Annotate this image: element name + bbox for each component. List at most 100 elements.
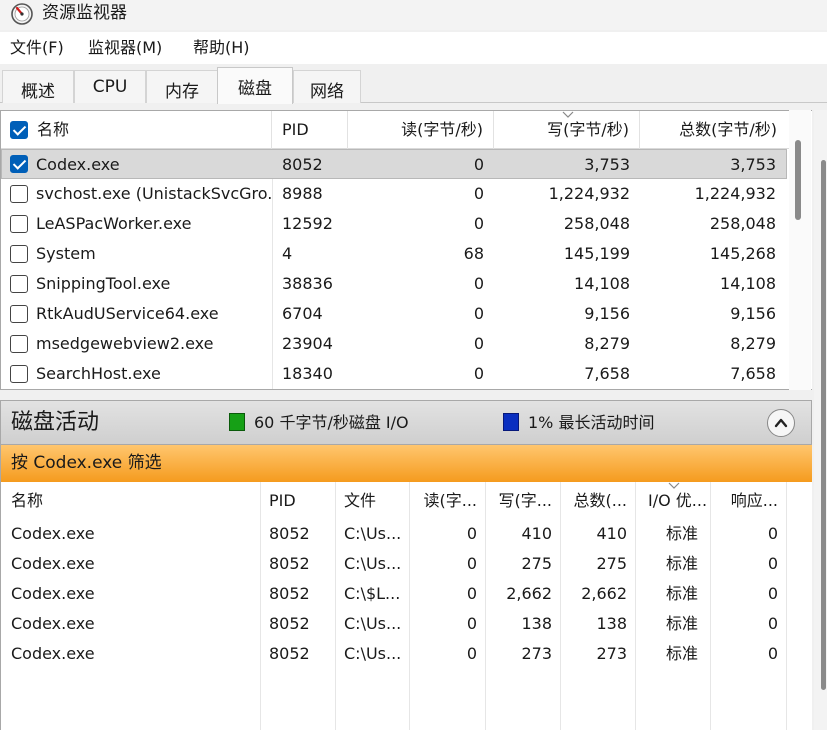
- sort-descending-icon: [562, 111, 574, 118]
- activity-read: 0: [466, 554, 477, 573]
- activity-file: C:\$L...: [344, 584, 401, 603]
- process-write: 7,658: [584, 364, 630, 383]
- process-write: 145,199: [563, 244, 630, 263]
- process-name: SearchHost.exe: [36, 364, 161, 383]
- activity-name: Codex.exe: [11, 524, 95, 543]
- filter-bar: 按 Codex.exe 筛选: [0, 445, 812, 482]
- active-time-stat: 1% 最长活动时间: [528, 413, 655, 432]
- activity-name: Codex.exe: [11, 584, 95, 603]
- process-name: svchost.exe (UnistackSvcGro...: [36, 184, 272, 203]
- collapse-button[interactable]: [767, 409, 795, 437]
- process-pid: 18340: [282, 364, 333, 383]
- activity-response: 0: [767, 614, 778, 633]
- activity-total: 138: [596, 614, 627, 633]
- process-total: 1,224,932: [694, 184, 776, 203]
- process-read: 0: [473, 304, 484, 323]
- activity-pid: 8052: [269, 584, 310, 603]
- column-header-pid[interactable]: PID: [261, 482, 335, 520]
- resource-monitor-icon: [11, 3, 33, 25]
- process-total: 8,279: [730, 334, 776, 353]
- process-write: 1,224,932: [548, 184, 630, 203]
- activity-priority: 标准: [666, 584, 699, 603]
- menu-monitor[interactable]: 监视器(M): [88, 38, 162, 58]
- active-time-indicator: [503, 413, 519, 431]
- process-row[interactable]: Codex.exe 8052 0 3,753 3,753: [1, 149, 787, 179]
- column-header-write[interactable]: 写(字节/秒): [494, 111, 640, 149]
- column-header-pid[interactable]: PID: [272, 111, 348, 149]
- activity-total: 275: [596, 554, 627, 573]
- process-row[interactable]: SnippingTool.exe 38836 0 14,108 14,108: [1, 269, 787, 299]
- chevron-up-icon: [774, 418, 788, 428]
- filter-label: 按 Codex.exe 筛选: [11, 453, 162, 473]
- process-pid: 6704: [282, 304, 323, 323]
- process-name: SnippingTool.exe: [36, 274, 171, 293]
- activity-read: 0: [466, 584, 477, 603]
- activity-write: 273: [521, 644, 552, 663]
- activity-priority: 标准: [666, 644, 699, 663]
- tab-disk[interactable]: 磁盘: [217, 67, 293, 104]
- window-scroll-thumb[interactable]: [821, 160, 826, 690]
- activity-file: C:\Us...: [344, 554, 402, 573]
- column-header-name[interactable]: 名称: [3, 482, 260, 520]
- process-name: Codex.exe: [36, 155, 120, 174]
- activity-file: C:\Us...: [344, 614, 402, 633]
- column-header-read[interactable]: 读(字节/秒): [348, 111, 494, 149]
- column-header-response[interactable]: 响应...: [711, 482, 786, 520]
- activity-file: C:\Us...: [344, 644, 402, 663]
- activity-read: 0: [466, 524, 477, 543]
- menu-bar: 文件(F) 监视器(M) 帮助(H): [0, 32, 827, 64]
- tab-cpu[interactable]: CPU: [74, 70, 146, 103]
- tab-memory[interactable]: 内存: [146, 70, 218, 103]
- tab-network[interactable]: 网络: [293, 70, 361, 103]
- activity-file: C:\Us...: [344, 524, 402, 543]
- menu-file[interactable]: 文件(F): [10, 38, 64, 58]
- process-write: 8,279: [584, 334, 630, 353]
- activity-response: 0: [767, 584, 778, 603]
- process-row[interactable]: SearchHost.exe 18340 0 7,658 7,658: [1, 359, 787, 389]
- process-total: 145,268: [709, 244, 776, 263]
- activity-pid: 8052: [269, 614, 310, 633]
- activity-pid: 8052: [269, 644, 310, 663]
- process-pid: 38836: [282, 274, 333, 293]
- process-row[interactable]: System 4 68 145,199 145,268: [1, 239, 787, 269]
- process-pid: 12592: [282, 214, 333, 233]
- sort-descending-icon: [668, 482, 680, 489]
- column-header-file[interactable]: 文件: [336, 482, 409, 520]
- column-header-total[interactable]: 总数(字节/秒): [640, 111, 787, 149]
- disk-activity-table: 名称 PID 文件 读(字... 写(字... 总数(... I/O 优... …: [0, 482, 812, 730]
- title-bar: 资源监视器: [0, 0, 827, 30]
- process-row[interactable]: svchost.exe (UnistackSvcGro... 8988 0 1,…: [1, 179, 787, 209]
- activity-priority: 标准: [666, 554, 699, 573]
- column-header-write[interactable]: 写(字...: [486, 482, 560, 520]
- process-total: 9,156: [730, 304, 776, 323]
- process-table-scroll-thumb[interactable]: [795, 140, 801, 220]
- column-label-write: 写(字节/秒): [547, 120, 629, 139]
- process-total: 3,753: [730, 155, 776, 174]
- process-total: 14,108: [720, 274, 776, 293]
- activity-read: 0: [466, 644, 477, 663]
- process-row[interactable]: RtkAudUService64.exe 6704 0 9,156 9,156: [1, 299, 787, 329]
- window-title: 资源监视器: [42, 3, 127, 23]
- process-write: 9,156: [584, 304, 630, 323]
- process-row[interactable]: LeASPacWorker.exe 12592 0 258,048 258,04…: [1, 209, 787, 239]
- process-pid: 23904: [282, 334, 333, 353]
- process-name: msedgewebview2.exe: [36, 334, 214, 353]
- process-pid: 8988: [282, 184, 323, 203]
- activity-name: Codex.exe: [11, 644, 95, 663]
- disk-io-indicator: [229, 413, 245, 431]
- column-header-io-priority[interactable]: I/O 优...: [636, 482, 710, 520]
- activity-write: 2,662: [506, 584, 552, 603]
- column-header-name[interactable]: 名称: [1, 111, 272, 149]
- activity-name: Codex.exe: [11, 614, 95, 633]
- process-row[interactable]: msedgewebview2.exe 23904 0 8,279 8,279: [1, 329, 787, 359]
- disk-activity-title: 磁盘活动: [11, 410, 100, 435]
- activity-write: 275: [521, 554, 552, 573]
- select-all-checkbox[interactable]: [10, 121, 28, 139]
- tab-overview[interactable]: 概述: [2, 70, 74, 103]
- activity-name: Codex.exe: [11, 554, 95, 573]
- menu-help[interactable]: 帮助(H): [193, 38, 250, 58]
- column-header-read[interactable]: 读(字...: [410, 482, 485, 520]
- process-read: 0: [473, 155, 484, 174]
- process-write: 3,753: [584, 155, 630, 174]
- column-header-total[interactable]: 总数(...: [561, 482, 635, 520]
